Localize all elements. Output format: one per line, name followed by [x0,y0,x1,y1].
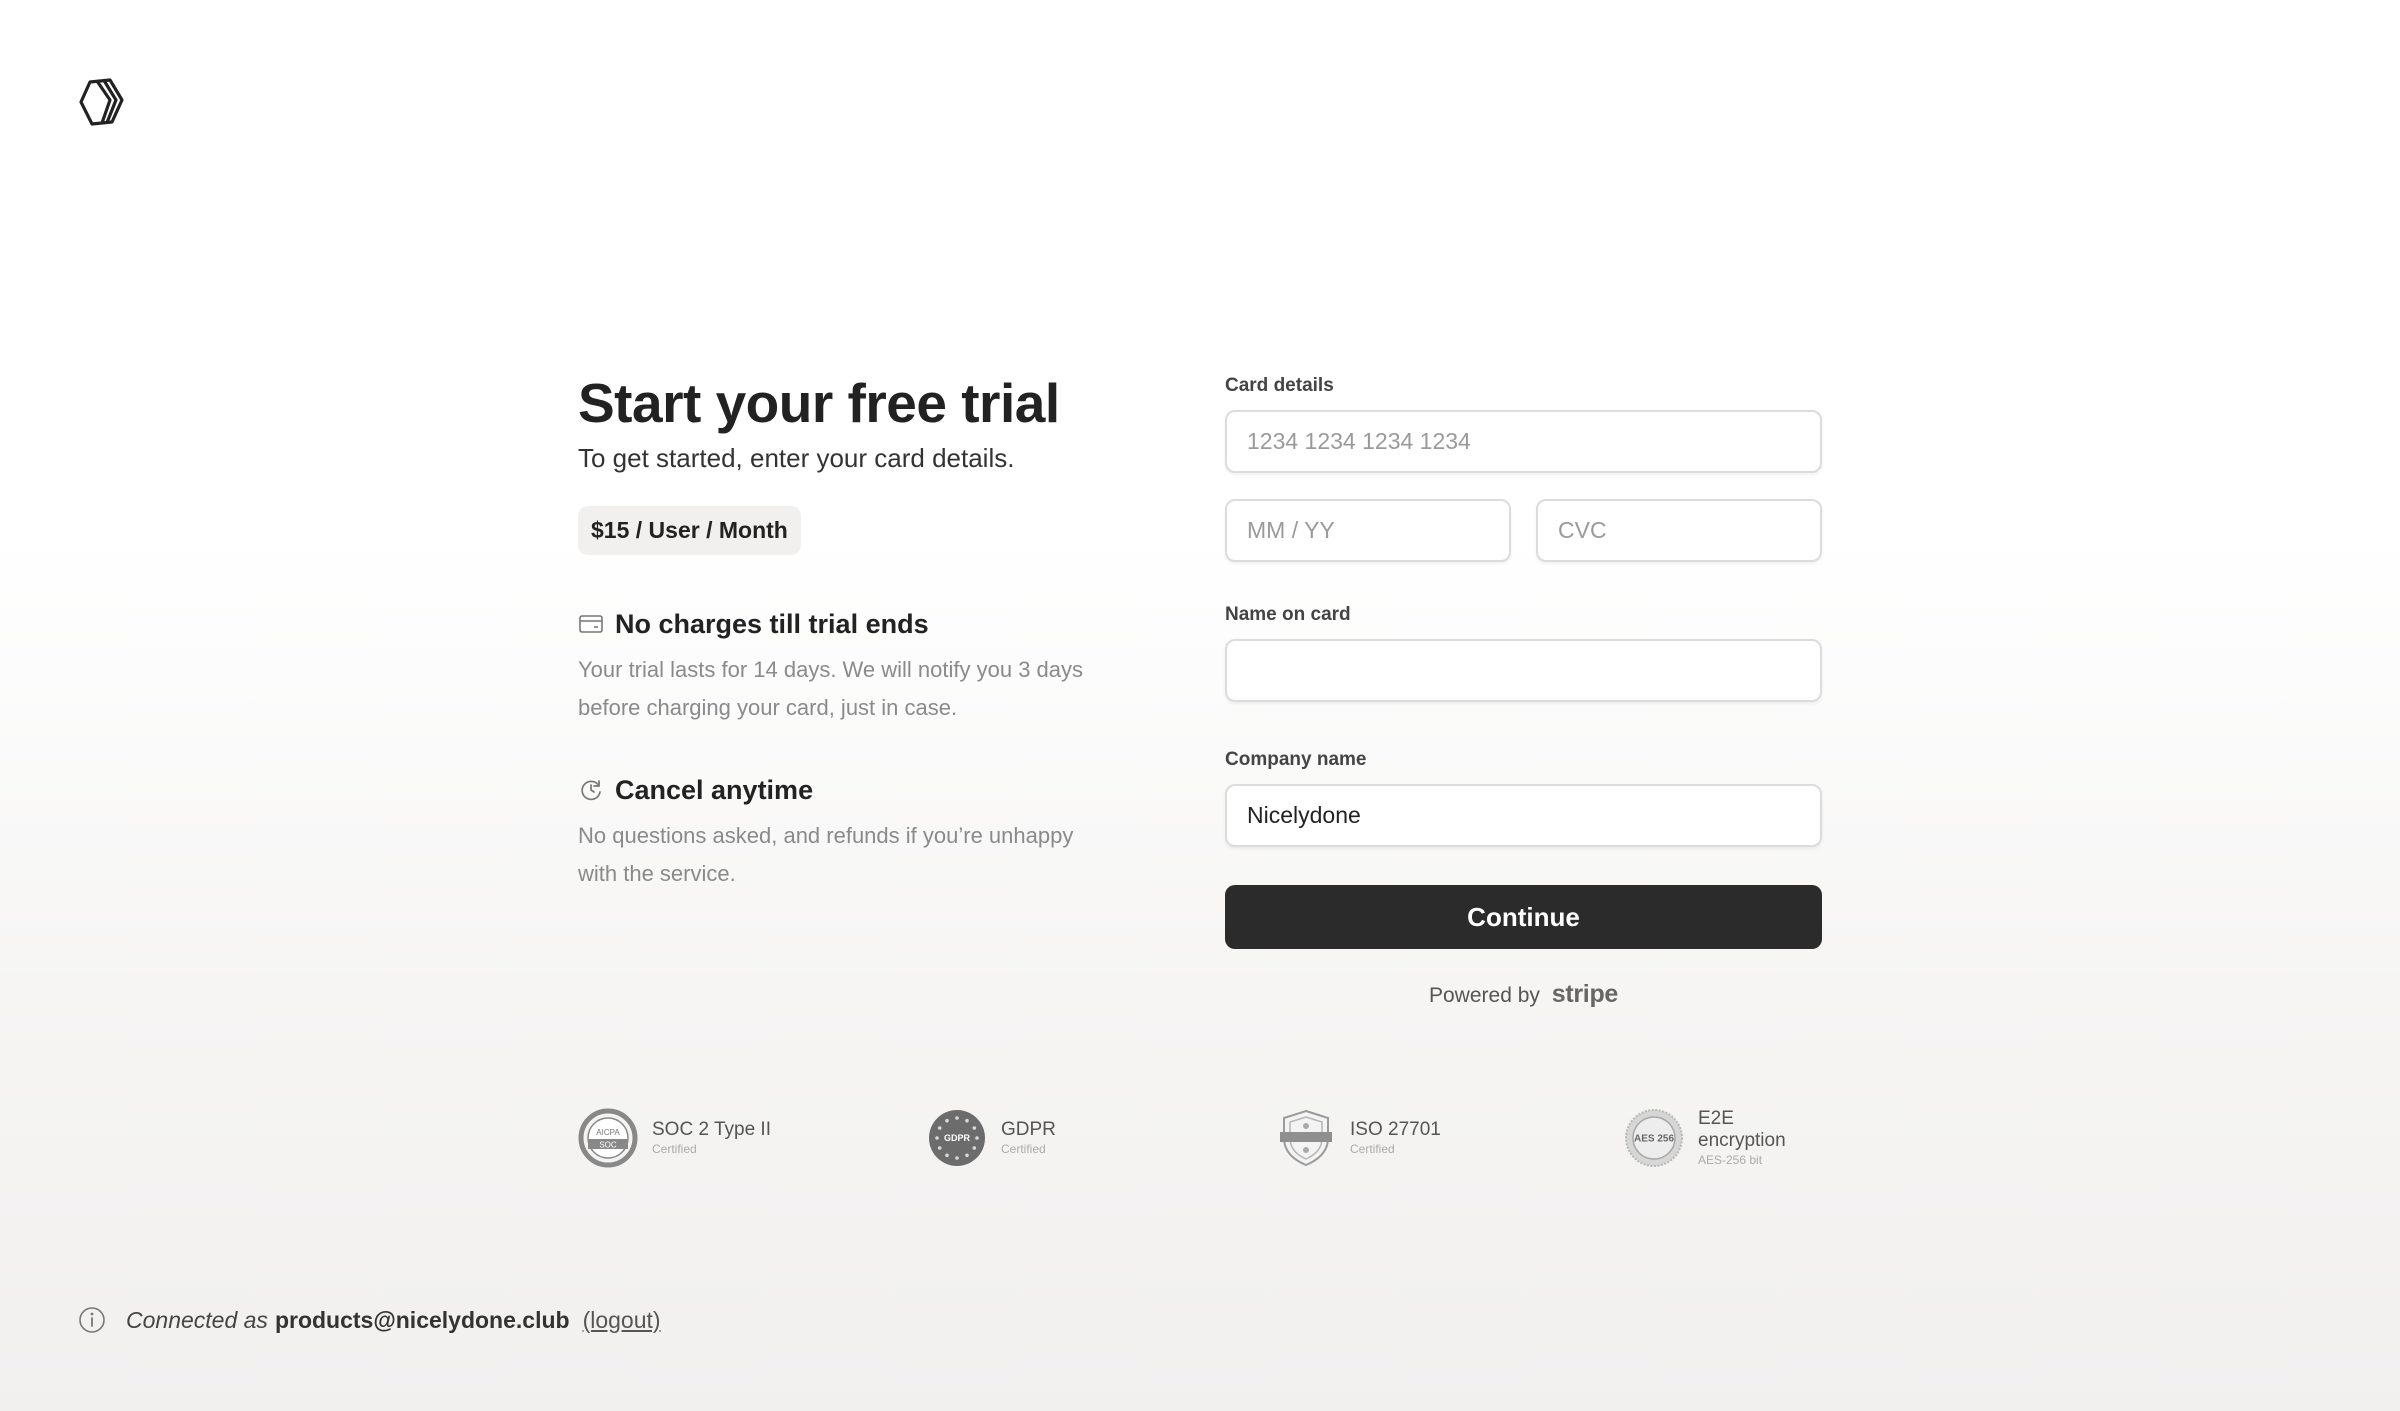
connected-as-label: Connected as [126,1306,268,1333]
card-number-input[interactable] [1225,410,1822,473]
badge-soc2: AICPA SOC SOC 2 Type II Certified [578,1108,771,1168]
badge-name: SOC 2 Type II [652,1119,771,1140]
continue-button[interactable]: Continue [1225,885,1822,949]
cvc-input[interactable] [1536,499,1822,562]
account-footer: Connected as products@nicelydone.club (l… [78,1304,661,1336]
page-title: Start your free trial [578,372,1060,434]
badge-sub: AES-256 bit [1698,1153,1763,1167]
price-badge: $15 / User / Month [578,506,801,555]
name-group: Name on card [1225,601,1822,702]
name-on-card-label: Name on card [1225,604,1351,625]
card-details-label: Card details [1225,375,1334,396]
svg-text:SOC: SOC [599,1141,617,1150]
feature-no-charges: No charges till trial ends Your trial la… [578,607,1118,727]
feature-text: Your trial lasts for 14 days. We will no… [578,657,1084,720]
badge-sub: Certified [1350,1142,1395,1156]
powered-by-label: Powered by [1428,984,1540,1007]
badge-e2e: AES 256 E2E encryption AES-256 bit [1624,1108,1822,1168]
logout-link[interactable]: (logout) [583,1307,661,1334]
feature-text: No questions asked, and refunds if you’r… [578,823,1074,886]
feature-cancel-anytime: Cancel anytime No questions asked, and r… [578,773,1118,893]
badge-name: GDPR [1001,1119,1056,1140]
hexagon-logo-icon[interactable] [76,76,128,128]
iso-shield-icon [1280,1109,1332,1167]
badge-sub: Certified [1001,1142,1046,1156]
payment-form: Card details Name on card Company name C… [1225,372,1822,1009]
info-icon [79,1307,105,1333]
badge-sub: Certified [652,1142,697,1156]
company-name-label: Company name [1225,749,1367,770]
trial-intro: Start your free trial To get started, en… [578,368,1118,893]
refresh-clock-icon [578,777,604,803]
badge-iso: ISO 27701 Certified [1276,1108,1441,1168]
compliance-badges: AICPA SOC SOC 2 Type II Certified GDPR G… [578,1108,1822,1168]
name-on-card-input[interactable] [1225,639,1822,702]
svg-text:AICPA: AICPA [596,1128,620,1137]
feature-title: No charges till trial ends [615,608,929,639]
badge-name: E2E encryption [1698,1108,1786,1151]
powered-by-stripe: Powered by stripe [1225,979,1822,1009]
gdpr-seal-icon: GDPR [929,1110,985,1166]
aicpa-soc-seal-icon: AICPA SOC [578,1108,638,1168]
page-subtitle: To get started, enter your card details. [578,443,1015,473]
feature-title: Cancel anytime [615,774,814,805]
credit-card-icon [578,611,604,637]
expiry-input[interactable] [1225,499,1511,562]
aes-256-seal-icon: AES 256 [1625,1109,1683,1167]
stripe-logo: stripe [1551,980,1619,1008]
account-email: products@nicelydone.club [274,1306,570,1333]
badge-name: ISO 27701 [1350,1119,1441,1140]
badge-gdpr: GDPR GDPR Certified [927,1108,1056,1168]
card-extra-row [1225,499,1822,562]
svg-text:GDPR: GDPR [944,1133,971,1143]
company-name-input[interactable] [1225,784,1822,847]
svg-text:AES 256: AES 256 [1634,1134,1674,1145]
company-group: Company name [1225,746,1822,847]
